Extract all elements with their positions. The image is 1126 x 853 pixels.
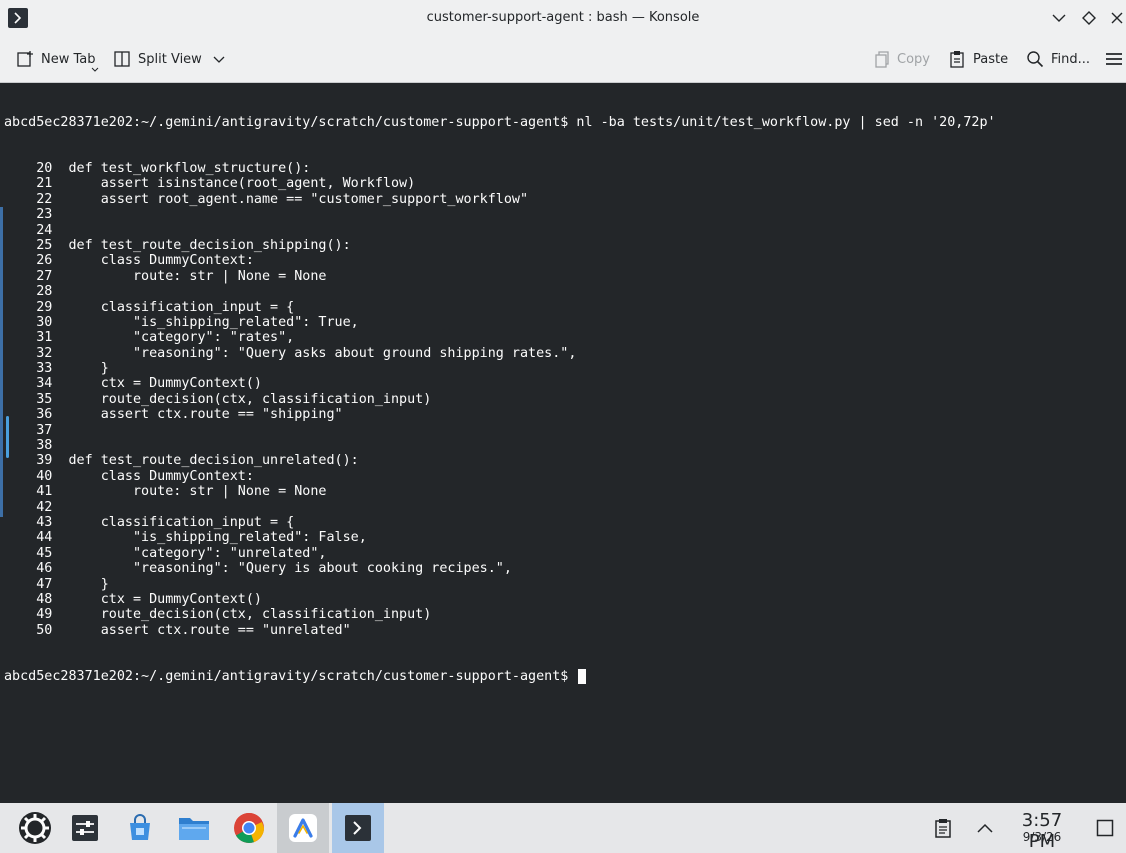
find-button[interactable]: Find...: [1026, 44, 1090, 74]
discover-store-button[interactable]: [114, 803, 166, 853]
chevron-up-icon: [977, 823, 993, 833]
clock-date[interactable]: 9/3/26: [1006, 830, 1078, 844]
terminal-output-line: 34 ctx = DummyContext(): [4, 376, 262, 392]
application-launcher-icon: [19, 812, 51, 844]
terminal-output-line: 47 }: [4, 576, 109, 592]
terminal-output-line: 24: [4, 222, 53, 238]
clipboard-icon: [935, 819, 951, 838]
file-manager-button[interactable]: [168, 803, 220, 853]
new-tab-button[interactable]: New Tab: [16, 44, 99, 74]
new-tab-icon: [17, 51, 33, 67]
terminal-output-line: 30 "is_shipping_related": True,: [4, 314, 359, 330]
taskbar: 3:57 PM 9/3/26: [0, 803, 1126, 853]
terminal-output-line: 29 classification_input = {: [4, 299, 295, 315]
search-icon: [1027, 51, 1044, 68]
scroll-marker: [0, 207, 3, 517]
terminal-output-line: 49 route_decision(ctx, classification_in…: [4, 607, 432, 623]
show-desktop-button[interactable]: [1092, 803, 1118, 853]
paste-label: Paste: [973, 51, 1009, 67]
terminal-output-line: 37: [4, 422, 53, 438]
chrome-button[interactable]: [223, 803, 275, 853]
terminal-output-line: 38: [4, 438, 53, 454]
terminal-output-line: 27 route: str | None = None: [4, 268, 327, 284]
split-view-label: Split View: [138, 51, 202, 67]
system-tray-expand-button[interactable]: [972, 803, 998, 853]
system-settings-button[interactable]: [59, 803, 111, 853]
terminal-output-line: 44 "is_shipping_related": False,: [4, 530, 367, 546]
copy-button[interactable]: Copy: [872, 44, 930, 74]
terminal-output-line: 39 def test_route_decision_unrelated():: [4, 453, 359, 469]
application-launcher-button[interactable]: [9, 803, 61, 853]
terminal-output-line: 35 route_decision(ctx, classification_in…: [4, 391, 432, 407]
chrome-icon: [234, 812, 264, 843]
terminal-output-line: 23: [4, 207, 53, 223]
terminal-output-line: 42: [4, 499, 53, 515]
terminal-output-line: 33 }: [4, 361, 109, 377]
terminal-output-line: 25 def test_route_decision_shipping():: [4, 237, 351, 253]
split-view-button[interactable]: Split View: [113, 44, 226, 74]
show-desktop-icon: [1096, 819, 1114, 837]
split-view-icon: [114, 51, 130, 67]
terminal-command-line: abcd5ec28371e202:~/.gemini/antigravity/s…: [4, 114, 996, 130]
terminal-output-line: 26 class DummyContext:: [4, 253, 254, 269]
terminal-output-line: 43 classification_input = {: [4, 515, 295, 530]
terminal-output-line: 22 assert root_agent.name == "customer_s…: [4, 191, 529, 207]
hamburger-menu-button[interactable]: [1105, 44, 1123, 74]
window-title: customer-support-agent : bash — Konsole: [426, 10, 700, 25]
find-label: Find...: [1051, 51, 1091, 67]
toolbar: New Tab Split View Copy Paste Find...: [0, 36, 1126, 82]
discover-store-icon: [130, 814, 150, 840]
konsole-icon: [345, 815, 371, 841]
paste-icon: [950, 51, 964, 68]
terminal-output-line: 40 class DummyContext:: [4, 468, 254, 484]
terminal-output-line: 20 def test_workflow_structure():: [4, 161, 311, 177]
antigravity-button[interactable]: [277, 803, 329, 853]
terminal-view[interactable]: abcd5ec28371e202:~/.gemini/antigravity/s…: [0, 83, 1126, 803]
maximize-icon[interactable]: [1080, 9, 1098, 27]
konsole-taskbar-button[interactable]: [332, 803, 384, 853]
terminal-output-line: 36 assert ctx.route == "shipping": [4, 407, 343, 423]
paste-button[interactable]: Paste: [948, 44, 1008, 74]
minimize-icon[interactable]: [1050, 9, 1068, 27]
terminal-output-line: 32 "reasoning": "Query asks about ground…: [4, 345, 577, 361]
terminal-prompt-line[interactable]: abcd5ec28371e202:~/.gemini/antigravity/s…: [4, 668, 996, 684]
terminal-output-line: 46 "reasoning": "Query is about cooking …: [4, 561, 512, 577]
terminal-prompt: abcd5ec28371e202:~/.gemini/antigravity/s…: [4, 668, 577, 684]
file-manager-icon: [179, 818, 209, 840]
chevron-down-icon: [213, 56, 225, 63]
terminal-output-line: 48 ctx = DummyContext(): [4, 591, 262, 607]
copy-icon: [875, 51, 889, 68]
hamburger-menu-icon: [1106, 53, 1122, 65]
system-settings-icon: [72, 815, 98, 841]
terminal-output: abcd5ec28371e202:~/.gemini/antigravity/s…: [4, 84, 996, 715]
clipboard-tray-button[interactable]: [930, 803, 956, 853]
terminal-output-line: 45 "category": "unrelated",: [4, 545, 327, 561]
antigravity-icon: [289, 814, 317, 842]
terminal-cursor: [578, 668, 587, 684]
copy-label: Copy: [897, 51, 930, 67]
new-tab-label: New Tab: [41, 51, 96, 67]
chevron-down-icon: [91, 67, 99, 72]
terminal-output-line: 28: [4, 284, 53, 300]
close-icon[interactable]: [1108, 9, 1126, 27]
terminal-output-line: 50 assert ctx.route == "unrelated": [4, 622, 351, 638]
terminal-output-line: 21 assert isinstance(root_agent, Workflo…: [4, 176, 416, 192]
terminal-output-line: 31 "category": "rates",: [4, 330, 295, 346]
terminal-output-line: 41 route: str | None = None: [4, 484, 327, 500]
title-bar: customer-support-agent : bash — Konsole: [0, 0, 1126, 36]
